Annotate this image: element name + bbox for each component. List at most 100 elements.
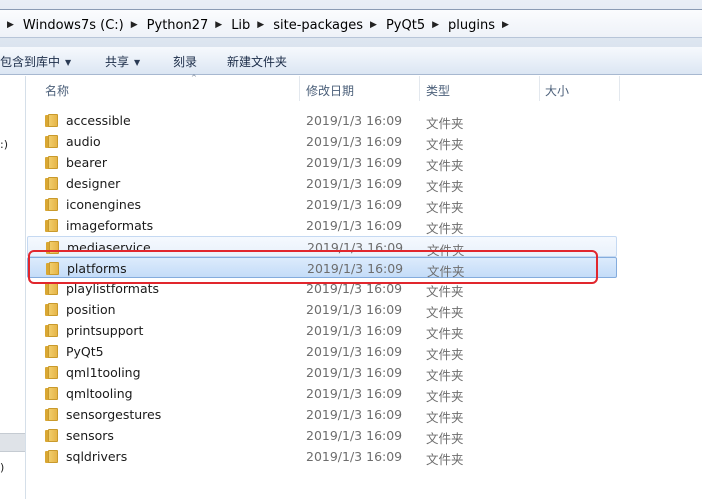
breadcrumb-separator-icon[interactable]: ▶: [370, 20, 377, 30]
file-type: 文件夹: [426, 431, 464, 446]
breadcrumb-separator-icon[interactable]: ▶: [432, 20, 439, 30]
file-row[interactable]: position 2019/1/3 16:09 文件夹: [27, 299, 617, 320]
file-modified-date: 2019/1/3 16:09: [306, 407, 403, 422]
folder-icon: [45, 429, 60, 442]
file-modified-date: 2019/1/3 16:09: [306, 428, 403, 443]
nav-item-fragment[interactable]: ): [0, 461, 4, 474]
file-name[interactable]: accessible: [66, 113, 131, 128]
file-name[interactable]: designer: [66, 176, 120, 191]
breadcrumb-item-drive[interactable]: Windows7s (C:): [23, 18, 124, 33]
include-in-library-label: 包含到库中: [0, 55, 61, 69]
file-row[interactable]: imageformats 2019/1/3 16:09 文件夹: [27, 215, 617, 236]
file-modified-date: 2019/1/3 16:09: [306, 218, 403, 233]
file-row[interactable]: sensors 2019/1/3 16:09 文件夹: [27, 425, 617, 446]
breadcrumb-separator-icon[interactable]: ▶: [215, 20, 222, 30]
file-row[interactable]: qmltooling 2019/1/3 16:09 文件夹: [27, 383, 617, 404]
file-row[interactable]: PyQt5 2019/1/3 16:09 文件夹: [27, 341, 617, 362]
address-bar[interactable]: ▶ Windows7s (C:) ▶ Python27 ▶ Lib ▶ site…: [0, 9, 702, 38]
folder-icon: [45, 219, 60, 232]
file-row[interactable]: audio 2019/1/3 16:09 文件夹: [27, 131, 617, 152]
breadcrumb-item-site-packages[interactable]: site-packages: [273, 18, 363, 33]
folder-icon: [45, 135, 60, 148]
breadcrumb-item-lib[interactable]: Lib: [231, 18, 250, 33]
file-modified-date: 2019/1/3 16:09: [306, 302, 403, 317]
folder-icon: [45, 114, 60, 127]
file-name[interactable]: PyQt5: [66, 344, 104, 359]
folder-icon: [45, 282, 60, 295]
share-button[interactable]: 共享 ▼: [105, 53, 140, 70]
column-header-name-label: 名称: [45, 84, 70, 98]
file-type: 文件夹: [426, 137, 464, 152]
file-modified-date: 2019/1/3 16:09: [306, 134, 403, 149]
file-name[interactable]: qmltooling: [66, 386, 133, 401]
nav-selected-item[interactable]: [0, 433, 25, 452]
include-in-library-button[interactable]: 包含到库中 ▼: [0, 53, 71, 70]
file-type: 文件夹: [426, 116, 464, 131]
folder-icon: [45, 156, 60, 169]
file-type: 文件夹: [426, 221, 464, 236]
file-name[interactable]: sqldrivers: [66, 449, 127, 464]
folder-icon: [45, 198, 60, 211]
file-name[interactable]: printsupport: [66, 323, 143, 338]
burn-button[interactable]: 刻录: [173, 53, 197, 70]
file-name[interactable]: position: [66, 302, 116, 317]
file-row[interactable]: qml1tooling 2019/1/3 16:09 文件夹: [27, 362, 617, 383]
column-header-date[interactable]: 修改日期: [300, 76, 420, 101]
file-name[interactable]: audio: [66, 134, 101, 149]
folder-icon: [45, 450, 60, 463]
nav-item-fragment[interactable]: :): [0, 138, 8, 151]
column-header-bar: ^ 名称 修改日期 类型 大小: [27, 74, 702, 101]
breadcrumb-item-pyqt5[interactable]: PyQt5: [386, 18, 425, 33]
file-name[interactable]: sensors: [66, 428, 114, 443]
file-type: 文件夹: [426, 200, 464, 215]
folder-icon: [46, 262, 61, 275]
file-modified-date: 2019/1/3 16:09: [307, 240, 404, 255]
file-name[interactable]: platforms: [67, 261, 127, 276]
address-bar-area: ▶ Windows7s (C:) ▶ Python27 ▶ Lib ▶ site…: [0, 0, 702, 47]
column-header-date-label: 修改日期: [306, 84, 355, 98]
breadcrumb-separator-icon[interactable]: ▶: [502, 20, 509, 30]
column-header-size[interactable]: 大小: [540, 76, 620, 101]
column-header-name[interactable]: 名称: [27, 76, 300, 101]
file-modified-date: 2019/1/3 16:09: [307, 261, 404, 276]
file-name[interactable]: iconengines: [66, 197, 141, 212]
folder-icon: [46, 241, 61, 254]
file-type: 文件夹: [426, 347, 464, 362]
file-row[interactable]: sensorgestures 2019/1/3 16:09 文件夹: [27, 404, 617, 425]
file-row[interactable]: playlistformats 2019/1/3 16:09 文件夹: [27, 278, 617, 299]
file-name[interactable]: mediaservice: [67, 240, 151, 255]
file-row[interactable]: mediaservice 2019/1/3 16:09 文件夹: [27, 236, 617, 258]
file-row[interactable]: bearer 2019/1/3 16:09 文件夹: [27, 152, 617, 173]
breadcrumb-item-python27[interactable]: Python27: [147, 18, 209, 33]
column-header-type[interactable]: 类型: [420, 76, 540, 101]
file-type: 文件夹: [426, 284, 464, 299]
file-type: 文件夹: [426, 368, 464, 383]
breadcrumb-item-plugins[interactable]: plugins: [448, 18, 495, 33]
breadcrumb-separator-icon[interactable]: ▶: [7, 20, 14, 30]
file-name[interactable]: sensorgestures: [66, 407, 161, 422]
breadcrumb-separator-icon[interactable]: ▶: [257, 20, 264, 30]
file-modified-date: 2019/1/3 16:09: [306, 197, 403, 212]
file-type: 文件夹: [426, 179, 464, 194]
file-row[interactable]: platforms 2019/1/3 16:09 文件夹: [27, 257, 617, 279]
file-row[interactable]: accessible 2019/1/3 16:09 文件夹: [27, 110, 617, 131]
folder-icon: [45, 366, 60, 379]
file-modified-date: 2019/1/3 16:09: [306, 176, 403, 191]
file-type: 文件夹: [426, 410, 464, 425]
file-name[interactable]: qml1tooling: [66, 365, 141, 380]
file-row[interactable]: sqldrivers 2019/1/3 16:09 文件夹: [27, 446, 617, 467]
file-name[interactable]: bearer: [66, 155, 107, 170]
new-folder-button[interactable]: 新建文件夹: [227, 53, 287, 70]
breadcrumb-separator-icon[interactable]: ▶: [131, 20, 138, 30]
folder-icon: [45, 303, 60, 316]
file-row[interactable]: iconengines 2019/1/3 16:09 文件夹: [27, 194, 617, 215]
folder-icon: [45, 387, 60, 400]
new-folder-label: 新建文件夹: [227, 55, 288, 69]
file-name[interactable]: playlistformats: [66, 281, 159, 296]
file-modified-date: 2019/1/3 16:09: [306, 365, 403, 380]
column-header-size-label: 大小: [545, 84, 570, 98]
file-name[interactable]: imageformats: [66, 218, 153, 233]
folder-icon: [45, 345, 60, 358]
file-row[interactable]: printsupport 2019/1/3 16:09 文件夹: [27, 320, 617, 341]
file-row[interactable]: designer 2019/1/3 16:09 文件夹: [27, 173, 617, 194]
